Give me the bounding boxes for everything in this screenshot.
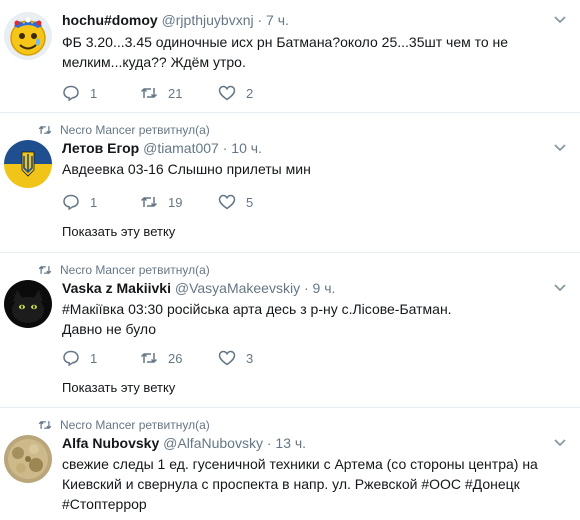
author-name[interactable]: hochu#domoy [62, 12, 158, 28]
tweet-text: ФБ 3.20...3.45 одиночные исх рн Батмана?… [62, 32, 567, 72]
tweet-timestamp[interactable]: 7 ч. [266, 12, 289, 28]
retweet-button[interactable]: 19 [140, 193, 218, 211]
tweet-header: Alfa Nubovsky @AlfaNubovsky · 13 ч. [62, 435, 306, 451]
show-thread-link[interactable]: Показать эту ветку [62, 224, 175, 239]
retweet-count: 21 [168, 85, 183, 101]
like-button[interactable]: 2 [218, 84, 296, 102]
retweet-button[interactable]: 26 [140, 349, 218, 367]
tweet[interactable]: Necro Mancer ретвитнул(а) Летов Егор @ti… [0, 113, 580, 253]
like-button[interactable]: 3 [218, 349, 296, 367]
avatar[interactable] [4, 280, 52, 328]
author-handle[interactable]: @rjpthjuybvxnj [162, 12, 254, 28]
retweet-icon [140, 88, 158, 98]
like-icon [218, 194, 236, 210]
like-count: 2 [246, 85, 254, 101]
separator-dot: · [303, 280, 309, 296]
tweet-actions: 1 19 5 [62, 193, 296, 211]
author-name[interactable]: Vaska z Makiivki [62, 280, 171, 296]
retweet-count: 19 [168, 194, 183, 210]
separator-dot: · [257, 12, 263, 28]
like-button[interactable]: 5 [218, 193, 296, 211]
show-thread-link[interactable]: Показать эту ветку [62, 380, 175, 395]
author-name[interactable]: Alfa Nubovsky [62, 435, 159, 451]
reply-button[interactable]: 1 [62, 84, 140, 102]
retweet-indicator: Necro Mancer ретвитнул(а) [38, 418, 210, 432]
tweet-text: #Макіївка 03:30 російська арта десь з р-… [62, 299, 567, 339]
timeline-feed: hochu#domoy @rjpthjuybvxnj · 7 ч. ФБ 3.2… [0, 0, 580, 520]
reply-count: 1 [90, 350, 98, 366]
like-count: 3 [246, 350, 254, 366]
tweet-timestamp[interactable]: 9 ч. [313, 280, 336, 296]
retweet-indicator-icon [38, 126, 52, 134]
tweet-text-line: Давно не було [62, 321, 157, 337]
retweet-icon [140, 353, 158, 363]
like-icon [218, 350, 236, 366]
separator-dot: · [222, 140, 228, 156]
tweet-text-line: свежие следы 1 ед. гусеничной техники с … [62, 456, 538, 472]
author-handle[interactable]: @tiamat007 [143, 140, 219, 156]
tweet-header: hochu#domoy @rjpthjuybvxnj · 7 ч. [62, 12, 289, 28]
tweet[interactable]: Necro Mancer ретвитнул(а) Vaska z Makiiv… [0, 253, 580, 408]
retweet-icon [140, 197, 158, 207]
tweet-timestamp[interactable]: 10 ч. [231, 140, 262, 156]
tweet[interactable]: Necro Mancer ретвитнул(а) Alfa Nubovsky … [0, 408, 580, 520]
tweet[interactable]: hochu#domoy @rjpthjuybvxnj · 7 ч. ФБ 3.2… [0, 0, 580, 113]
avatar[interactable] [4, 435, 52, 483]
reply-icon [63, 194, 79, 211]
avatar[interactable] [4, 12, 52, 60]
reply-icon [63, 85, 79, 102]
retweet-indicator-icon [38, 421, 52, 429]
tweet-text-line: #Стоптеррор [62, 496, 147, 512]
reply-count: 1 [90, 194, 98, 210]
tweet-text-line: #Макіївка 03:30 російська арта десь з р-… [62, 301, 452, 317]
author-handle[interactable]: @VasyaMakeevskiy [175, 280, 300, 296]
tweet-text-line: мелким...куда?? Ждём утро. [62, 54, 246, 70]
retweeted-by-label[interactable]: Necro Mancer ретвитнул(а) [60, 418, 210, 432]
chevron-down-icon[interactable] [554, 284, 566, 292]
retweet-indicator-icon [38, 266, 52, 274]
retweet-indicator: Necro Mancer ретвитнул(а) [38, 123, 210, 137]
reply-count: 1 [90, 85, 98, 101]
avatar[interactable] [4, 140, 52, 188]
reply-button[interactable]: 1 [62, 349, 140, 367]
tweet-text-line: Авдеевка 03-16 Слышно прилеты мин [62, 161, 311, 177]
separator-dot: · [266, 435, 272, 451]
retweet-count: 26 [168, 350, 183, 366]
tweet-text-line: Киевский и свернула с проспекта в напр. … [62, 476, 520, 492]
chevron-down-icon[interactable] [554, 439, 566, 447]
tweet-header: Летов Егор @tiamat007 · 10 ч. [62, 140, 262, 156]
retweet-button[interactable]: 21 [140, 84, 218, 102]
tweet-header: Vaska z Makiivki @VasyaMakeevskiy · 9 ч. [62, 280, 335, 296]
tweet-actions: 1 26 3 [62, 349, 296, 367]
chevron-down-icon[interactable] [554, 144, 566, 152]
reply-icon [63, 350, 79, 367]
like-count: 5 [246, 194, 254, 210]
tweet-text: свежие следы 1 ед. гусеничной техники с … [62, 454, 567, 514]
author-name[interactable]: Летов Егор [62, 140, 139, 156]
retweeted-by-label[interactable]: Necro Mancer ретвитнул(а) [60, 123, 210, 137]
reply-button[interactable]: 1 [62, 193, 140, 211]
tweet-timestamp[interactable]: 13 ч. [275, 435, 306, 451]
retweet-indicator: Necro Mancer ретвитнул(а) [38, 263, 210, 277]
like-icon [218, 85, 236, 101]
retweeted-by-label[interactable]: Necro Mancer ретвитнул(а) [60, 263, 210, 277]
tweet-actions: 1 21 2 [62, 84, 296, 102]
chevron-down-icon[interactable] [554, 16, 566, 24]
tweet-text: Авдеевка 03-16 Слышно прилеты мин [62, 159, 567, 179]
tweet-text-line: ФБ 3.20...3.45 одиночные исх рн Батмана?… [62, 34, 509, 50]
author-handle[interactable]: @AlfaNubovsky [163, 435, 263, 451]
